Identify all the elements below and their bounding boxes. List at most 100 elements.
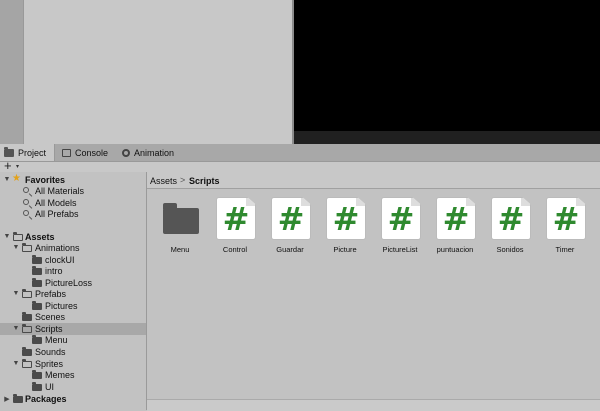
project-toolbar — [0, 162, 600, 172]
tab-console[interactable]: Console — [58, 144, 114, 161]
expand-arrow-icon[interactable]: ▼ — [12, 244, 20, 251]
add-button[interactable]: + — [4, 159, 12, 172]
tree-item-prefabs[interactable]: ▼ Prefabs — [0, 288, 146, 300]
folder-icon — [32, 370, 42, 379]
folder-icon — [22, 312, 32, 321]
tab-label: Project — [18, 147, 47, 158]
tree-label: Assets — [25, 231, 55, 242]
script-file-icon[interactable]: # — [436, 197, 476, 240]
hash-icon: # — [442, 200, 470, 238]
tree-item-animations[interactable]: ▼ Animations — [0, 242, 146, 254]
star-icon: ★ — [12, 173, 21, 184]
tree-item-all-materials[interactable]: All Materials — [0, 185, 146, 197]
folder-icon — [22, 347, 32, 356]
tree-item-packages[interactable]: ▶ Packages — [0, 393, 146, 405]
asset-label-puntuacion[interactable]: puntuacion — [428, 245, 482, 254]
script-file-icon[interactable]: # — [216, 197, 256, 240]
tree-label: clockUI — [45, 254, 75, 265]
script-file-icon[interactable]: # — [491, 197, 531, 240]
tree-item-scripts[interactable]: ▼ Scripts — [0, 323, 146, 335]
hash-icon: # — [277, 200, 305, 238]
tree-item-all-prefabs[interactable]: All Prefabs — [0, 208, 146, 220]
tree-item-clockui[interactable]: clockUI — [0, 254, 146, 266]
asset-label-timer[interactable]: Timer — [538, 245, 592, 254]
tree-item-ui[interactable]: UI — [0, 381, 146, 393]
tree-label: All Materials — [35, 185, 85, 196]
tab-animation[interactable]: Animation — [118, 144, 182, 161]
tree-label: Packages — [25, 393, 67, 404]
scene-panel — [24, 0, 292, 144]
tree-item-sprites[interactable]: ▼ Sprites — [0, 358, 146, 370]
folder-open-icon — [22, 359, 32, 368]
asset-label-control[interactable]: Control — [208, 245, 262, 254]
search-icon — [23, 187, 29, 193]
tree-label: All Prefabs — [35, 208, 79, 219]
folder-open-icon — [13, 232, 23, 241]
folder-icon — [32, 278, 42, 287]
game-view[interactable] — [294, 0, 600, 131]
expand-arrow-icon[interactable]: ▼ — [3, 176, 11, 183]
tree-label: All Models — [35, 197, 77, 208]
expand-arrow-icon[interactable]: ▼ — [12, 360, 20, 367]
asset-label-guardar[interactable]: Guardar — [263, 245, 317, 254]
folder-icon — [32, 266, 42, 275]
script-file-icon[interactable]: # — [381, 197, 421, 240]
tree-label: Scripts — [35, 323, 63, 334]
tree-item-sounds[interactable]: Sounds — [0, 346, 146, 358]
tree-item-assets[interactable]: ▼ Assets — [0, 231, 146, 243]
tree-label: PictureLoss — [45, 277, 93, 288]
console-icon — [62, 148, 71, 157]
script-file-icon[interactable]: # — [326, 197, 366, 240]
tree-label: Scenes — [35, 311, 66, 322]
asset-label-picturelist[interactable]: PictureList — [373, 245, 427, 254]
folder-open-icon — [22, 289, 32, 298]
folder-icon — [32, 255, 42, 264]
folder-icon — [32, 335, 42, 344]
folder-icon[interactable] — [163, 203, 199, 234]
game-view-footer — [294, 131, 600, 144]
tree-label: UI — [45, 381, 54, 392]
hash-icon: # — [387, 200, 415, 238]
expand-arrow-icon[interactable]: ▼ — [12, 325, 20, 332]
hash-icon: # — [497, 200, 525, 238]
hash-icon: # — [222, 200, 250, 238]
folder-open-icon — [22, 324, 32, 333]
tree-item-pictures[interactable]: Pictures — [0, 300, 146, 312]
tree-item-memes[interactable]: Memes — [0, 369, 146, 381]
script-file-icon[interactable]: # — [271, 197, 311, 240]
asset-label-picture[interactable]: Picture — [318, 245, 372, 254]
animation-icon — [122, 148, 130, 157]
tab-label: Animation — [134, 147, 175, 158]
tree-label: Menu — [45, 334, 68, 345]
tree-label: Animations — [35, 242, 80, 253]
breadcrumb-assets[interactable]: Assets — [150, 176, 177, 186]
hash-icon: # — [332, 200, 360, 238]
expand-arrow-icon[interactable]: ▼ — [3, 233, 11, 240]
tree-label: Pictures — [45, 300, 78, 311]
project-tree: ▼ ★ Favorites All Materials All Models A… — [0, 172, 146, 410]
tree-item-pictureloss[interactable]: PictureLoss — [0, 277, 146, 289]
asset-label-sonidos[interactable]: Sonidos — [483, 245, 537, 254]
tab-bar: Project Console Animation — [0, 144, 600, 162]
script-file-icon[interactable]: # — [546, 197, 586, 240]
tree-label: Sounds — [35, 346, 66, 357]
tree-label: Memes — [45, 369, 75, 380]
tree-item-menu[interactable]: Menu — [0, 334, 146, 346]
hash-icon: # — [552, 200, 580, 238]
breadcrumb-scripts[interactable]: Scripts — [189, 176, 220, 186]
folder-icon — [32, 382, 42, 391]
tree-item-intro[interactable]: intro — [0, 265, 146, 277]
tree-item-scenes[interactable]: Scenes — [0, 311, 146, 323]
chevron-down-icon[interactable]: ▾ — [16, 163, 19, 170]
search-icon — [23, 210, 29, 216]
folder-icon — [13, 394, 23, 403]
expand-arrow-icon[interactable]: ▶ — [3, 395, 11, 403]
tree-item-favorites[interactable]: ▼ ★ Favorites — [0, 173, 146, 186]
expand-arrow-icon[interactable]: ▼ — [12, 290, 20, 297]
tree-item-all-models[interactable]: All Models — [0, 197, 146, 209]
search-icon — [23, 199, 29, 205]
chevron-right-icon: > — [180, 175, 186, 185]
tree-label: Prefabs — [35, 288, 67, 299]
asset-label-menu[interactable]: Menu — [153, 245, 207, 254]
asset-grid-panel — [147, 172, 600, 410]
